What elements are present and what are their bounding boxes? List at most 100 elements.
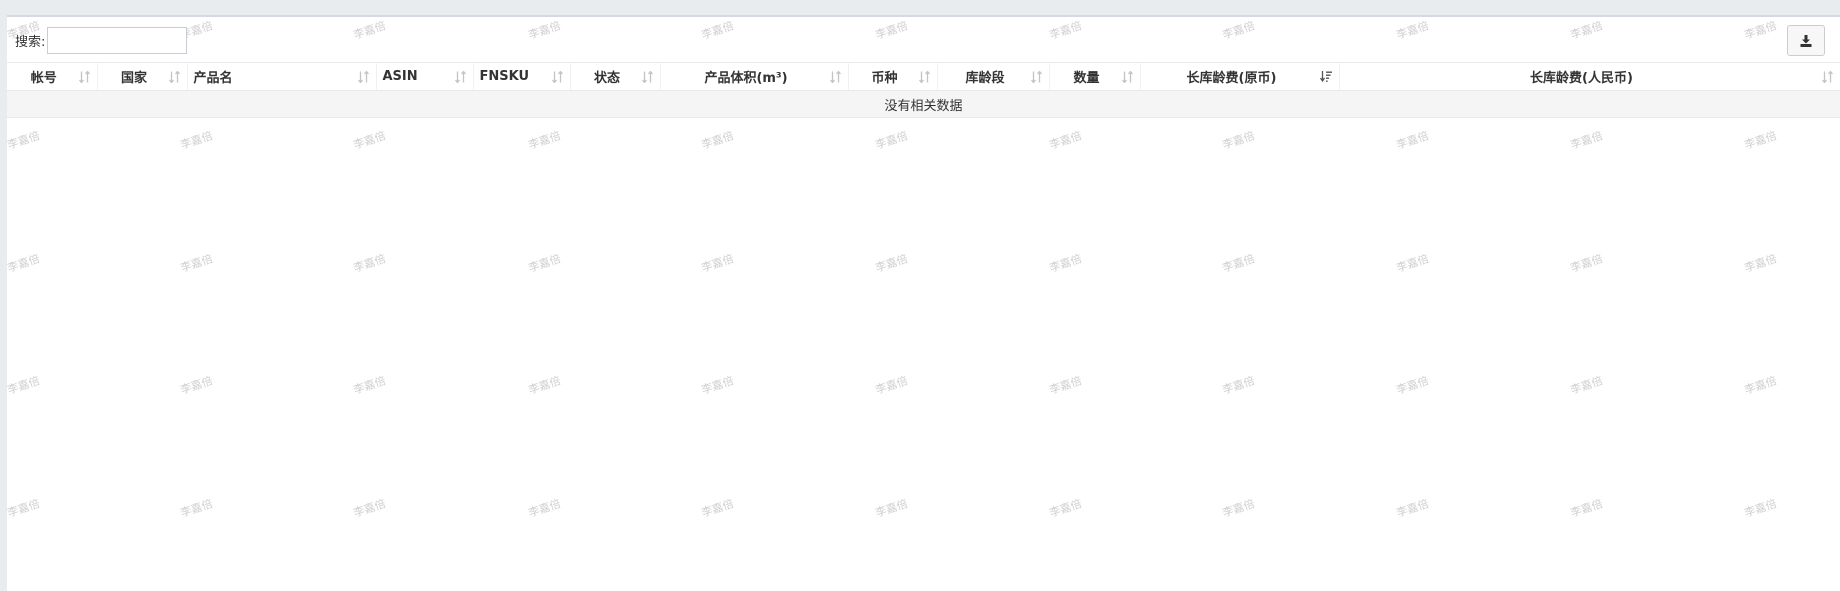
watermark-text: 李嘉倍: [7, 129, 42, 152]
search-input[interactable]: [47, 26, 188, 54]
column-header[interactable]: 数量: [1049, 62, 1141, 91]
column-header[interactable]: 帐号: [7, 62, 98, 91]
column-header-label: 长库龄费(原币): [1186, 71, 1277, 86]
watermark-text: 李嘉倍: [1220, 19, 1257, 42]
column-header[interactable]: FNSKU: [473, 62, 571, 91]
sort-both-icon[interactable]: [168, 71, 181, 83]
watermark-text: 李嘉倍: [1394, 497, 1431, 520]
watermark-text: 李嘉倍: [351, 252, 388, 275]
watermark-text: 李嘉倍: [1220, 129, 1257, 152]
column-header-label: ASIN: [382, 69, 418, 84]
watermark-text: 李嘉倍: [178, 374, 215, 397]
sort-both-icon[interactable]: [78, 71, 91, 83]
sort-both-icon[interactable]: [1821, 71, 1834, 83]
watermark-text: 李嘉倍: [526, 374, 563, 397]
watermark-text: 李嘉倍: [1394, 129, 1431, 152]
watermark-text: 李嘉倍: [351, 19, 388, 42]
watermark-text: 李嘉倍: [1568, 497, 1605, 520]
sort-descending-icon[interactable]: [1319, 71, 1333, 83]
data-table: 帐号 国家 产品名 ASIN FNSKU 状态 产品体积(m³) 币种 库龄段 数量 长库龄费(原币…: [7, 62, 1840, 118]
column-header[interactable]: 库龄段: [937, 62, 1050, 91]
watermark-text: 李嘉倍: [699, 497, 736, 520]
watermark-text: 李嘉倍: [351, 374, 388, 397]
watermark-text: 李嘉倍: [526, 129, 563, 152]
watermark-text: 李嘉倍: [526, 19, 563, 42]
column-header[interactable]: 长库龄费(原币): [1140, 62, 1340, 91]
watermark-text: 李嘉倍: [7, 252, 42, 275]
watermark-text: 李嘉倍: [1568, 129, 1605, 152]
column-header-label: 国家: [120, 71, 147, 86]
watermark-text: 李嘉倍: [699, 129, 736, 152]
sort-both-icon[interactable]: [641, 71, 654, 83]
watermark-text: 李嘉倍: [1047, 497, 1084, 520]
download-icon: [1800, 34, 1812, 47]
sort-both-icon[interactable]: [1121, 71, 1134, 83]
watermark-text: 李嘉倍: [1742, 374, 1779, 397]
watermark-text: 李嘉倍: [1220, 374, 1257, 397]
column-header[interactable]: 产品体积(m³): [660, 62, 849, 91]
table-panel: 李嘉倍 李嘉倍 李嘉倍 李嘉倍 李嘉倍 李嘉倍 李嘉倍 李嘉倍 李嘉倍 李嘉倍 李嘉倍 李嘉倍 李嘉倍李…: [7, 15, 1840, 591]
column-header-label: 产品名: [193, 71, 233, 86]
watermark-text: 李嘉倍: [351, 129, 388, 152]
sort-both-icon[interactable]: [357, 71, 370, 83]
watermark-text: 李嘉倍: [873, 19, 910, 42]
column-header[interactable]: 长库龄费(人民币): [1339, 62, 1840, 91]
watermark-text: 李嘉倍: [1047, 252, 1084, 275]
watermark-text: 李嘉倍: [1394, 374, 1431, 397]
watermark-text: 李嘉倍: [873, 497, 910, 520]
column-header-label: 币种: [871, 71, 898, 86]
column-header[interactable]: 产品名: [187, 62, 377, 91]
column-header[interactable]: 国家: [97, 62, 188, 91]
watermark-text: 李嘉倍: [873, 129, 910, 152]
column-header[interactable]: 状态: [570, 62, 661, 91]
watermark-text: 李嘉倍: [178, 497, 215, 520]
watermark-text: 李嘉倍: [873, 374, 910, 397]
watermark-text: 李嘉倍: [178, 129, 215, 152]
empty-row: 没有相关数据: [7, 90, 1840, 118]
table-header-row: 帐号 国家 产品名 ASIN FNSKU 状态 产品体积(m³) 币种 库龄段 数量 长库龄费(原币…: [7, 62, 1840, 91]
sort-both-icon[interactable]: [829, 71, 842, 83]
watermark-text: 李嘉倍: [1568, 252, 1605, 275]
sort-both-icon[interactable]: [551, 71, 564, 83]
column-header-label: 库龄段: [965, 71, 1005, 86]
watermark-text: 李嘉倍: [1220, 252, 1257, 275]
watermark-text: 李嘉倍: [1047, 19, 1084, 42]
watermark-text: 李嘉倍: [873, 252, 910, 275]
top-bar: [0, 0, 1840, 15]
watermark-text: 李嘉倍: [1568, 19, 1605, 42]
watermark-text: 李嘉倍: [526, 497, 563, 520]
sort-both-icon[interactable]: [454, 71, 467, 83]
column-header-label: 数量: [1073, 71, 1100, 86]
watermark-text: 李嘉倍: [1742, 252, 1779, 275]
watermark-text: 李嘉倍: [1568, 374, 1605, 397]
watermark-text: 李嘉倍: [699, 374, 736, 397]
watermark-text: 李嘉倍: [1220, 497, 1257, 520]
sort-both-icon[interactable]: [1030, 71, 1043, 83]
column-header[interactable]: 币种: [848, 62, 938, 91]
export-button[interactable]: [1787, 25, 1825, 56]
column-header-label: 帐号: [30, 71, 57, 86]
watermark-text: 李嘉倍: [1394, 19, 1431, 42]
watermark-text: 李嘉倍: [7, 497, 42, 520]
column-header[interactable]: ASIN: [376, 62, 474, 91]
column-header-label: 长库龄费(人民币): [1530, 71, 1633, 86]
watermark-text: 李嘉倍: [7, 374, 42, 397]
empty-message: 没有相关数据: [7, 90, 1840, 118]
column-header-label: 状态: [593, 71, 620, 86]
column-header-label: FNSKU: [479, 69, 530, 84]
search-label: 搜索:: [15, 34, 46, 50]
column-header-label: 产品体积(m³): [704, 71, 788, 86]
watermark-text: 李嘉倍: [1047, 374, 1084, 397]
watermark-text: 李嘉倍: [1742, 19, 1779, 42]
watermark-text: 李嘉倍: [1742, 129, 1779, 152]
watermark-text: 李嘉倍: [526, 252, 563, 275]
watermark-text: 李嘉倍: [1047, 129, 1084, 152]
watermark-text: 李嘉倍: [1742, 497, 1779, 520]
watermark-text: 李嘉倍: [178, 252, 215, 275]
watermark-text: 李嘉倍: [699, 252, 736, 275]
sort-both-icon[interactable]: [918, 71, 931, 83]
watermark-text: 李嘉倍: [351, 497, 388, 520]
search-bar: 搜索:: [7, 25, 188, 55]
watermark-text: 李嘉倍: [1394, 252, 1431, 275]
watermark-text: 李嘉倍: [699, 19, 736, 42]
